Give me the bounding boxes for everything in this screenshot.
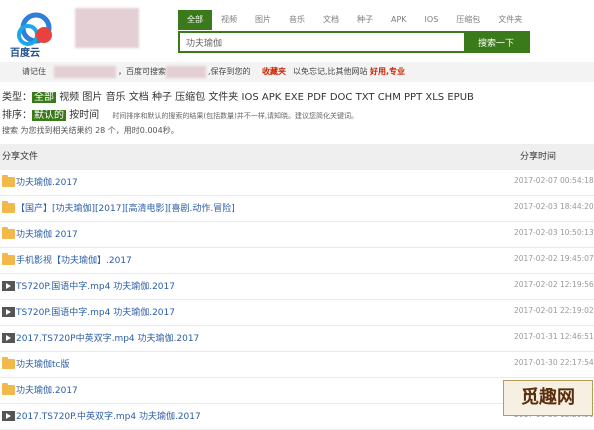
- table-row: 2017.TS720P中英双字.mp4 功夫瑜伽.2017 2017-01-31 …: [0, 326, 594, 352]
- type-option-0[interactable]: 全部: [32, 92, 56, 103]
- file-link[interactable]: 功夫瑜伽 2017: [16, 227, 78, 240]
- tab-2[interactable]: 图片: [246, 10, 280, 30]
- file-link[interactable]: 功夫瑜伽tc版: [16, 357, 69, 370]
- file-link[interactable]: 功夫瑜伽.2017: [16, 383, 78, 396]
- col-file: 分享文件: [2, 152, 39, 162]
- video-icon: [2, 333, 15, 343]
- site-logo-blurred: [75, 8, 139, 48]
- type-option-10[interactable]: EXE: [284, 92, 304, 103]
- share-time: 2017-02-07 00:54:18: [514, 176, 594, 185]
- tab-3[interactable]: 音乐: [280, 10, 314, 30]
- type-option-1[interactable]: 视频: [59, 92, 79, 103]
- type-option-14[interactable]: CHM: [378, 92, 401, 103]
- notice-bar: 请记住 ，百度可搜索 ,保存到您的 收藏夹 以免忘记,比其他网站 好用,专业: [0, 62, 594, 82]
- table-row: 手机影视【功夫瑜伽】.2017 2017-02-02 19:45:07: [0, 248, 594, 274]
- folder-icon: [2, 175, 15, 187]
- table-header: 分享文件 分享时间: [0, 144, 594, 170]
- tab-0[interactable]: 全部: [178, 10, 212, 30]
- type-filter: 类型： 全部 视频 图片 音乐 文档 种子 压缩包 文件夹 IOS APK EXE…: [2, 88, 474, 103]
- file-link[interactable]: 功夫瑜伽.2017: [16, 175, 78, 188]
- sort-filter: 排序： 默认的 按时间 时间排序和默认的搜索的结果(包括数量)并不一样,请知晓。建…: [2, 106, 358, 121]
- share-time: 2017-02-01 22:19:02: [514, 306, 594, 315]
- types-label: 类型：: [2, 92, 32, 103]
- table-row: 功夫瑜伽.2017 2017-02-07 00:54:18: [0, 170, 594, 196]
- type-option-3[interactable]: 音乐: [106, 92, 126, 103]
- sort-option-0[interactable]: 默认的: [32, 110, 66, 121]
- search-button[interactable]: 搜索一下: [464, 33, 528, 51]
- col-time: 分享时间: [520, 152, 557, 162]
- tab-4[interactable]: 文档: [314, 10, 348, 30]
- blurred-keyword: [166, 66, 206, 78]
- sort-label: 排序：: [2, 110, 32, 121]
- type-option-13[interactable]: TXT: [356, 92, 375, 103]
- watermark-logo: 觅趣网: [503, 380, 593, 416]
- type-option-6[interactable]: 压缩包: [175, 92, 205, 103]
- tab-7[interactable]: IOS: [416, 10, 448, 30]
- header: 百度云 全部视频图片音乐文档种子APKIOS压缩包文件夹 搜索一下: [0, 0, 594, 60]
- notice-suffix: ,保存到您的: [208, 67, 251, 76]
- logo-text: 百度云: [10, 48, 40, 59]
- folder-icon: [2, 253, 15, 265]
- search-input[interactable]: [180, 33, 464, 51]
- result-stats: 搜索 为您找到相关结果约 28 个，用时0.004秒。: [2, 126, 179, 135]
- share-time: 2017-02-03 18:44:20: [514, 202, 594, 211]
- video-icon: [2, 281, 15, 291]
- file-link[interactable]: 2017.TS720P.中英双字.mp4 功夫瑜伽.2017: [16, 409, 201, 422]
- tab-1[interactable]: 视频: [212, 10, 246, 30]
- tab-5[interactable]: 种子: [348, 10, 382, 30]
- type-option-15[interactable]: PPT: [404, 92, 422, 103]
- type-option-16[interactable]: XLS: [425, 92, 444, 103]
- type-option-4[interactable]: 文档: [129, 92, 149, 103]
- type-option-12[interactable]: DOC: [330, 92, 353, 103]
- file-link[interactable]: TS720P.国语中字.mp4 功夫瑜伽.2017: [16, 279, 175, 292]
- video-icon: [2, 307, 15, 317]
- table-row: 功夫瑜伽 2017 2017-02-03 10:50:13: [0, 222, 594, 248]
- notice-middle: ，百度可搜索: [118, 67, 166, 76]
- table-row: 功夫瑜伽tc版 2017-01-30 22:17:54: [0, 352, 594, 378]
- table-row: TS720P.国语中字.mp4 功夫瑜伽.2017 2017-02-01 22:1…: [0, 300, 594, 326]
- sort-note: 时间排序和默认的搜索的结果(包括数量)并不一样,请知晓。建议您简化关键词。: [112, 112, 359, 120]
- type-option-9[interactable]: APK: [262, 92, 281, 103]
- blurred-url: [54, 66, 116, 78]
- notice-prefix: 请记住: [22, 67, 46, 76]
- tab-8[interactable]: 压缩包: [447, 10, 489, 30]
- type-option-5[interactable]: 种子: [152, 92, 172, 103]
- video-icon: [2, 411, 15, 421]
- notice-highlight-useful: 好用,专业: [370, 67, 406, 76]
- file-link[interactable]: TS720P.国语中字.mp4 功夫瑜伽.2017: [16, 305, 175, 318]
- file-link[interactable]: 手机影视【功夫瑜伽】.2017: [16, 253, 132, 266]
- category-tabs: 全部 视频 图片 音乐 文档 种子 APK IOS 压缩包 文件夹: [178, 10, 528, 30]
- table-row: 【国产】[功夫瑜伽][2017][高清电影][喜剧.动作.冒险] 2017-02-…: [0, 196, 594, 222]
- folder-icon: [2, 201, 15, 213]
- type-option-8[interactable]: IOS: [242, 92, 259, 103]
- folder-icon: [2, 383, 15, 395]
- tab-6[interactable]: APK: [382, 10, 416, 30]
- notice-highlight-favorites: 收藏夹: [262, 67, 286, 76]
- share-time: 2017-02-02 12:19:56: [514, 280, 594, 289]
- share-time: 2017-01-31 12:46:51: [514, 332, 594, 341]
- file-link[interactable]: 【国产】[功夫瑜伽][2017][高清电影][喜剧.动作.冒险]: [16, 201, 235, 214]
- folder-icon: [2, 227, 15, 239]
- search-bar: 搜索一下: [178, 31, 530, 53]
- file-link[interactable]: 2017.TS720P中英双字.mp4 功夫瑜伽.2017: [16, 331, 199, 344]
- notice-suffix2: 以免忘记,比其他网站: [293, 67, 368, 76]
- tab-9[interactable]: 文件夹: [489, 10, 531, 30]
- sort-option-1[interactable]: 按时间: [69, 110, 99, 121]
- share-time: 2017-02-03 10:50:13: [514, 228, 594, 237]
- table-row: TS720P.国语中字.mp4 功夫瑜伽.2017 2017-02-02 12:1…: [0, 274, 594, 300]
- type-option-11[interactable]: PDF: [307, 92, 326, 103]
- share-time: 2017-01-30 22:17:54: [514, 358, 594, 367]
- folder-icon: [2, 357, 15, 369]
- type-option-2[interactable]: 图片: [82, 92, 102, 103]
- share-time: 2017-02-02 19:45:07: [514, 254, 594, 263]
- type-option-7[interactable]: 文件夹: [208, 92, 238, 103]
- type-option-17[interactable]: EPUB: [447, 92, 474, 103]
